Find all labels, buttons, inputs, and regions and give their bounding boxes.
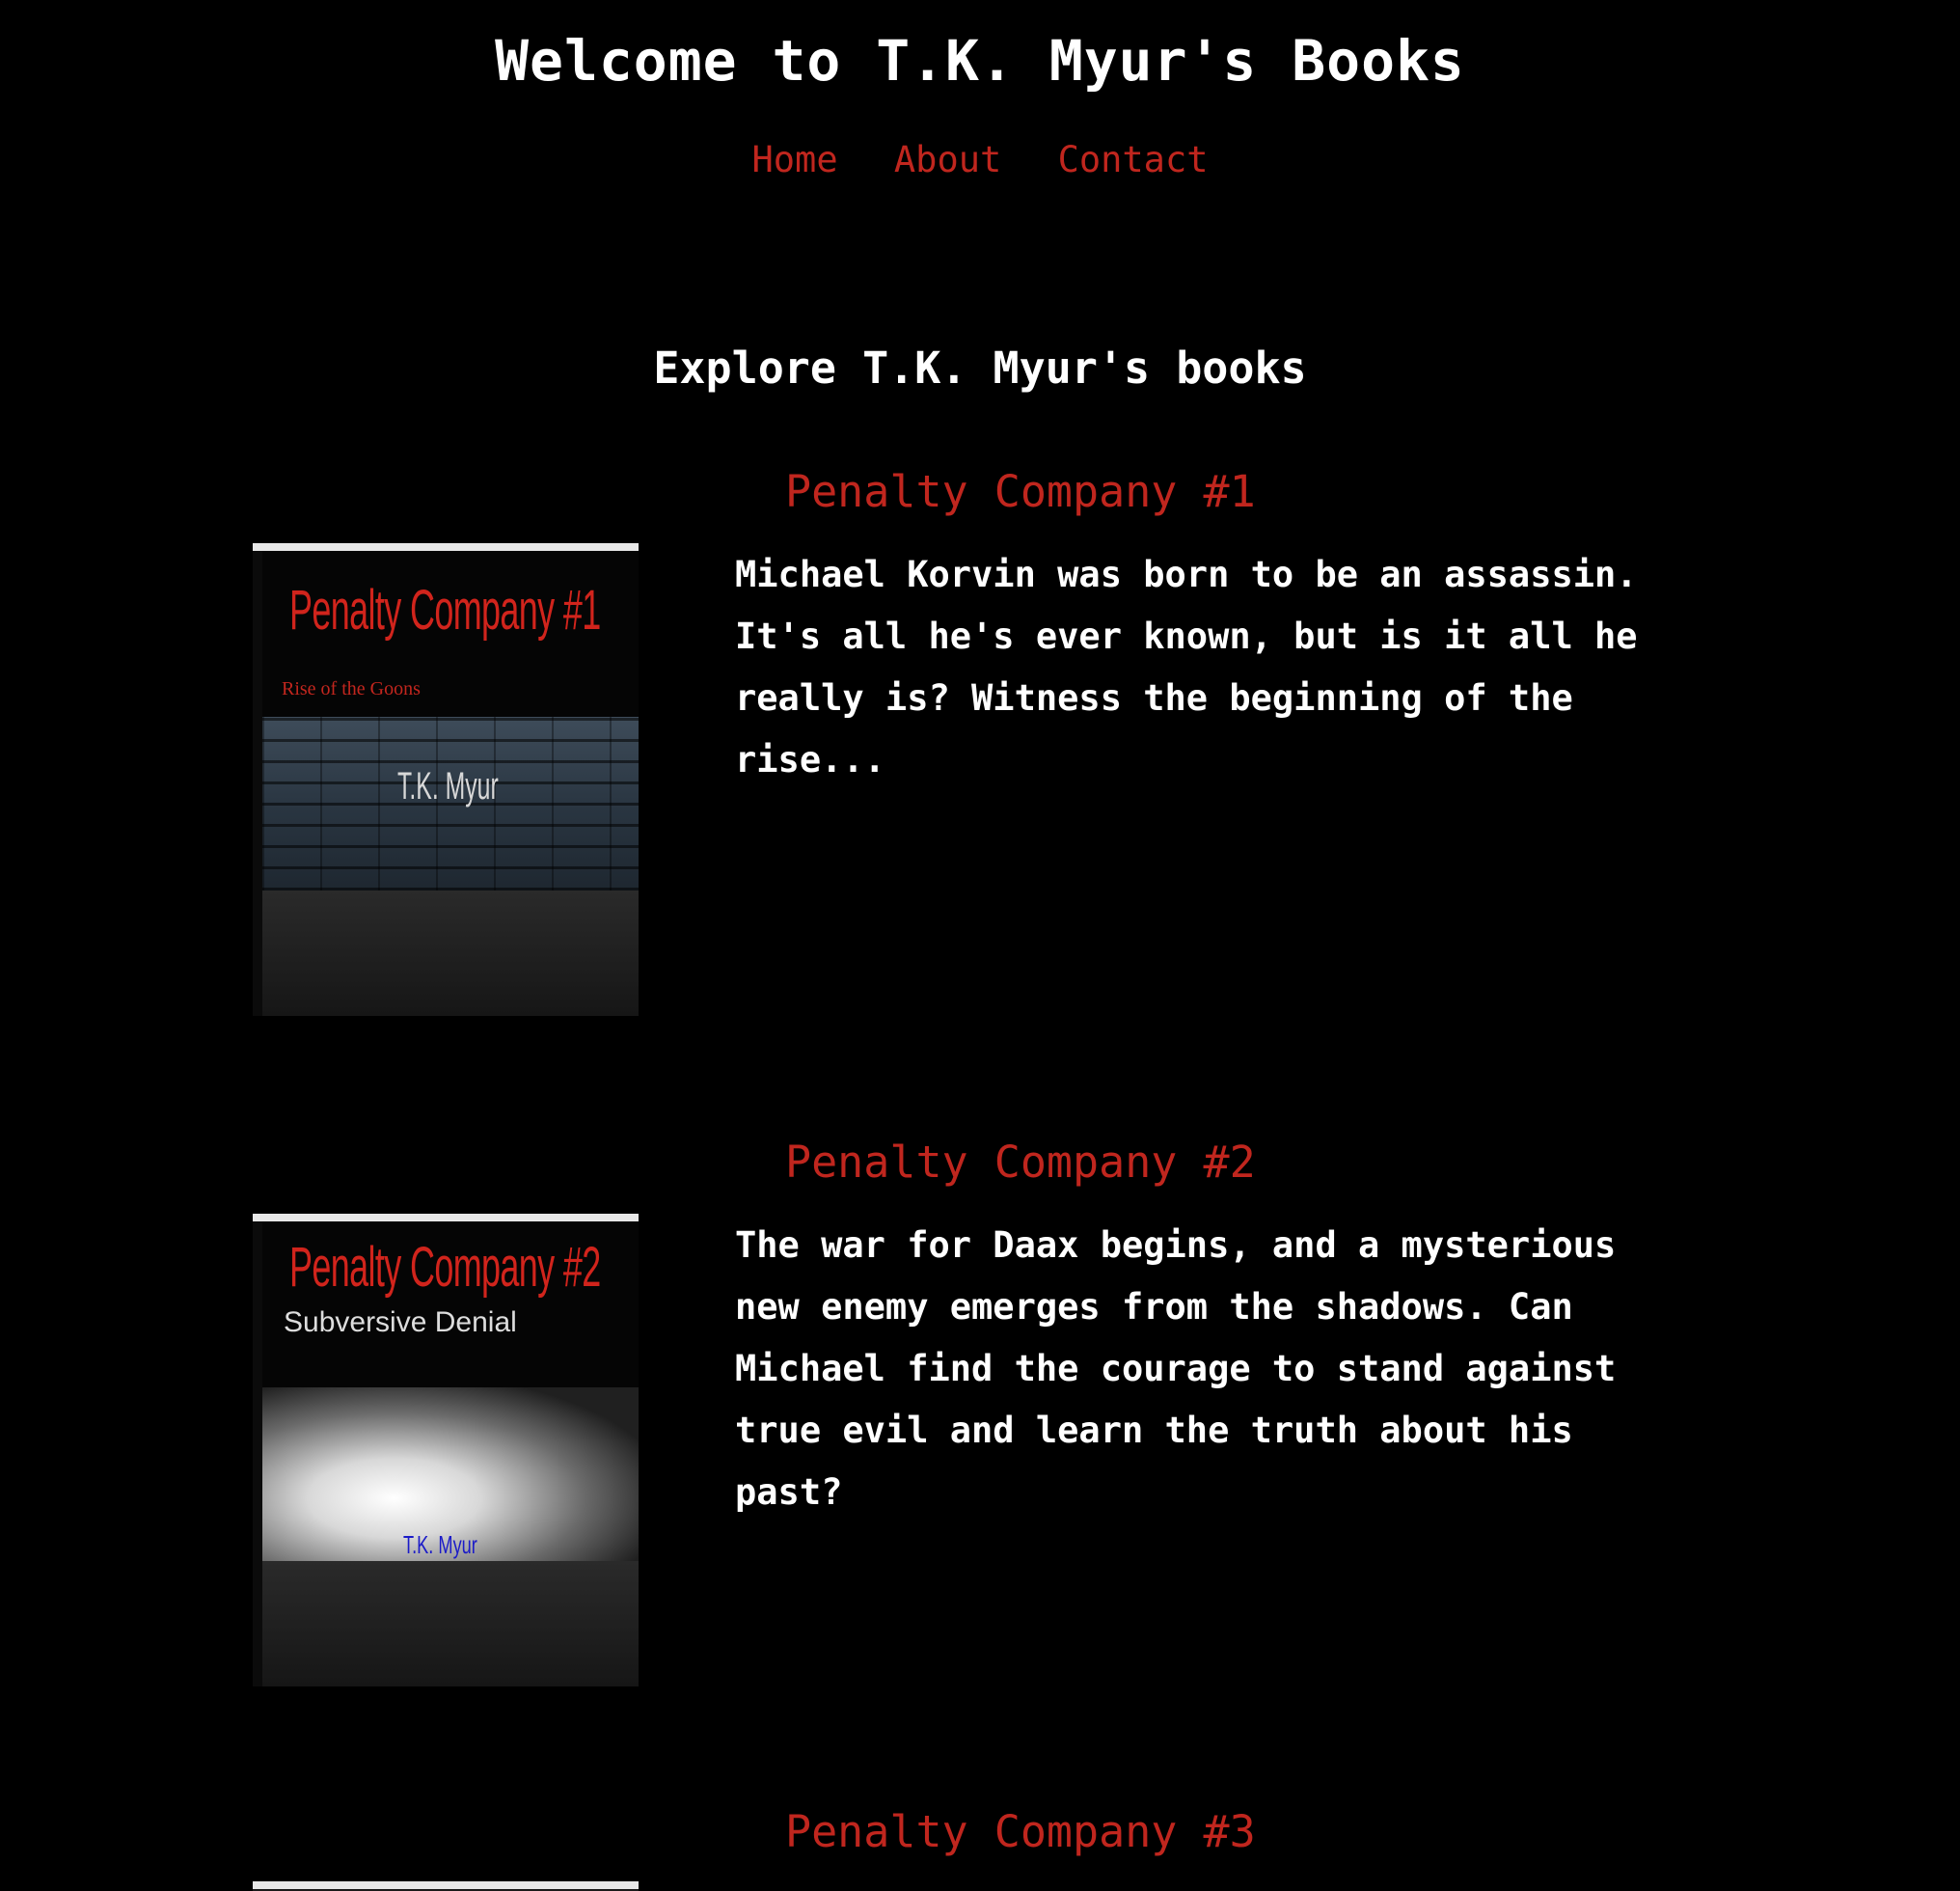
nav-contact-link[interactable]: Contact xyxy=(1058,139,1209,180)
main-nav: Home About Contact xyxy=(0,135,1960,185)
cover-lower xyxy=(262,1561,639,1686)
book-cover-3[interactable] xyxy=(253,1881,639,1891)
site-title: Welcome to T.K. Myur's Books xyxy=(495,28,1465,94)
cover-lower xyxy=(262,891,639,1016)
book-description-1: Michael Korvin was born to be an assassi… xyxy=(735,554,1638,781)
cover-spine xyxy=(253,551,262,1016)
nav-about-link[interactable]: About xyxy=(894,139,1001,180)
cover-edge xyxy=(253,543,639,551)
cover-edge xyxy=(253,1881,639,1889)
cover-author: T.K. Myur xyxy=(403,1530,477,1559)
cover-title: Penalty Company #1 xyxy=(289,579,601,642)
cover-title: Penalty Company #2 xyxy=(289,1236,601,1299)
cover-spine xyxy=(253,1221,262,1686)
cover-subtitle: Subversive Denial xyxy=(284,1306,517,1338)
book-title-1[interactable]: Penalty Company #1 xyxy=(785,463,1256,521)
book-description-2: The war for Daax begins, and a mysteriou… xyxy=(735,1224,1617,1513)
book-cover-1[interactable]: Penalty Company #1 Rise of the Goons T.K… xyxy=(253,543,639,1016)
cover-subtitle: Rise of the Goons xyxy=(282,678,421,699)
book-cover-2[interactable]: Penalty Company #2 Subversive Denial T.K… xyxy=(253,1214,639,1686)
nav-home-link[interactable]: Home xyxy=(752,139,838,180)
books-section-heading: Explore T.K. Myur's books xyxy=(653,343,1307,394)
cover-author: T.K. Myur xyxy=(397,765,499,808)
book-title-3[interactable]: Penalty Company #3 xyxy=(785,1803,1256,1861)
book-title-2[interactable]: Penalty Company #2 xyxy=(785,1134,1256,1192)
cover-edge xyxy=(253,1214,639,1221)
